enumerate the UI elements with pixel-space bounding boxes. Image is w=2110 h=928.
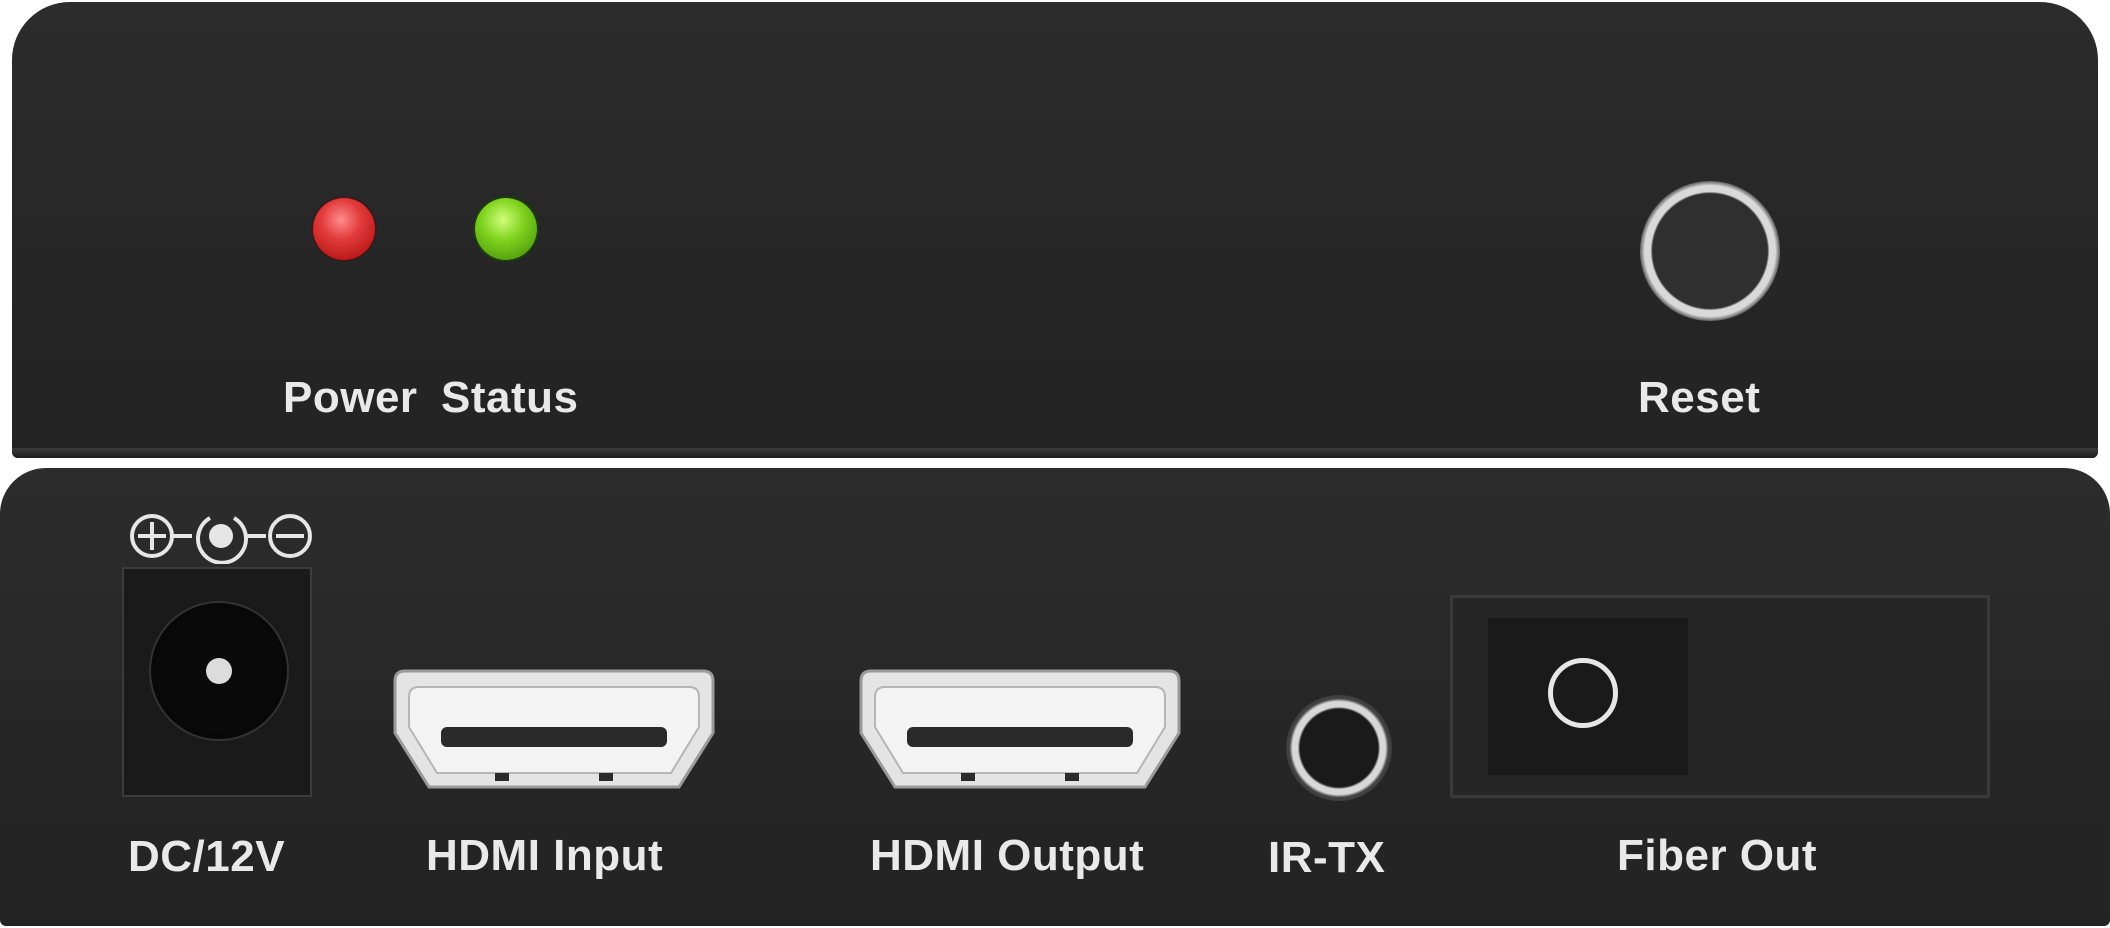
hdmi-input-port[interactable] (391, 665, 717, 795)
dc-label: DC/12V (128, 832, 286, 881)
hdmi-output-port[interactable] (857, 665, 1183, 795)
hdmi-output-label: HDMI Output (870, 831, 1145, 880)
status-led-indicator (475, 198, 537, 260)
fiber-out-label: Fiber Out (1617, 831, 1818, 880)
reset-label: Reset (1638, 373, 1761, 422)
dc-polarity-icon (130, 514, 312, 564)
ir-tx-port[interactable] (1286, 695, 1392, 801)
dc-12v-power-jack[interactable] (122, 567, 312, 797)
ir-tx-label: IR-TX (1268, 833, 1386, 882)
fiber-out-port[interactable] (1450, 595, 1990, 798)
power-label: Power (283, 373, 418, 422)
fiber-port-housing (1488, 618, 1688, 775)
power-led-indicator (313, 198, 375, 260)
fiber-ring-icon (1548, 658, 1618, 728)
reset-button[interactable] (1640, 181, 1780, 321)
status-label: Status (441, 373, 579, 422)
dc-jack-pin (206, 658, 232, 684)
hdmi-input-label: HDMI Input (426, 831, 664, 880)
